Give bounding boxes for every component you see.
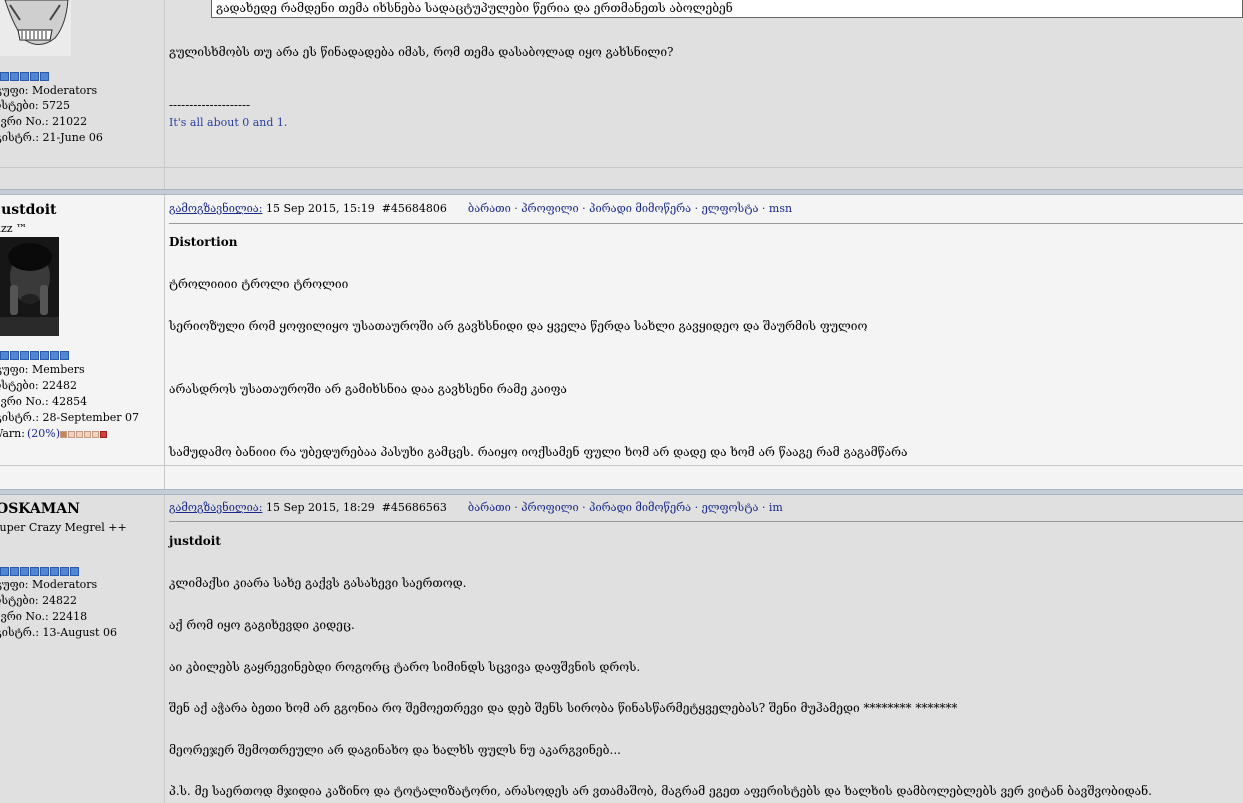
post-1-footer	[0, 167, 1243, 190]
post-body-line: სამუდამო ბანიიი რა უბედურებაა პასუხი გამ…	[169, 445, 908, 459]
post-2: justdoit Jazz ™ ჯგუფი: Members პოსტები: …	[0, 195, 1243, 465]
rank-pip	[50, 351, 59, 360]
post-3: OSKAMAN Super Crazy Megrel ++ ჯგუფი: Mod…	[0, 495, 1243, 803]
post-2-footer	[0, 465, 1243, 490]
user-links[interactable]: ბარათი · პროფილი · პირადი მიმოწერა · ელფ…	[468, 501, 783, 514]
signature-separator: --------------------	[169, 98, 251, 112]
user-posts: პოსტები: 22482	[0, 379, 78, 392]
avatar	[0, 0, 71, 56]
user-member-no: წევრი No.: 22418	[0, 610, 88, 623]
rank-pip	[20, 72, 29, 81]
post-1-user-panel: ჯგუფი: Moderators პოსტები: 5725 წევრი No…	[0, 0, 165, 167]
rank-pips	[0, 72, 49, 81]
post-body-line: გულისხმობს თუ არა ეს წინადადება იმას, რო…	[169, 45, 674, 59]
warn-pip	[84, 431, 91, 438]
rank-pip	[30, 72, 39, 81]
skeleton-avatar-image	[0, 0, 71, 56]
warn-value[interactable]: (20%)	[27, 427, 60, 441]
post-3-user-panel: OSKAMAN Super Crazy Megrel ++ ჯგუფი: Mod…	[0, 495, 165, 803]
signature: It's all about 0 and 1.	[169, 116, 288, 129]
post-body-line: შენ აქ აჭარა ბეთი ხომ არ გგონია რო შემოე…	[169, 701, 958, 715]
post-body-line: სერიოზული რომ ყოფილიყო უსათაუროში არ გავ…	[169, 319, 868, 333]
user-registered: რეგისტრ.: 21-June 06	[0, 131, 103, 144]
warn-pip	[76, 431, 83, 438]
user-posts: პოსტები: 24822	[0, 594, 78, 607]
post-1: ჯგუფი: Moderators პოსტები: 5725 წევრი No…	[0, 0, 1243, 167]
user-member-no: წევრი No.: 21022	[0, 115, 88, 128]
post-header: გამოგზავნილია: 15 Sep 2015, 18:29 #45686…	[169, 501, 783, 515]
quote-author: justdoit	[169, 534, 221, 548]
rank-pip	[0, 567, 9, 576]
rank-pip	[30, 567, 39, 576]
user-registered: რეგისტრ.: 28-September 07	[0, 411, 140, 424]
post-2-user-panel: justdoit Jazz ™ ჯგუფი: Members პოსტები: …	[0, 195, 165, 465]
warn-level-bar	[60, 431, 107, 438]
user-title: Jazz ™	[0, 222, 28, 235]
user-registered: რეგისტრ.: 13-August 06	[0, 626, 117, 639]
post-id[interactable]: #45686563	[382, 501, 447, 514]
warn-increase-icon[interactable]	[100, 431, 107, 438]
user-posts: პოსტები: 5725	[0, 99, 71, 112]
post-body-line: პ.ს. მე საერთოდ მჯიდია კაზინო და ტოტალიზ…	[169, 784, 1152, 798]
user-member-no: წევრი No.: 42854	[0, 395, 88, 408]
warn-label: Warn:	[0, 427, 25, 440]
post-body-line: არასდროს უსათაუროში არ გამიხსნია დაა გავ…	[169, 382, 567, 396]
quote-author: Distortion	[169, 235, 238, 249]
rank-pip	[60, 351, 69, 360]
post-1-content: გადახედე რამდენი თემა იხსნება სადაცტუპულ…	[165, 0, 1243, 167]
header-divider	[169, 223, 1243, 224]
post-body-line: აი კბილებს გაყრევინებდი როგორც ტარო სიმი…	[169, 660, 641, 674]
post-body-line: აქ რომ იყო გაგიხევდი კიდეც.	[169, 618, 355, 632]
warn-pip	[92, 431, 99, 438]
rank-pip	[40, 567, 49, 576]
rank-pip	[10, 72, 19, 81]
user-group: ჯგუფი: Moderators	[0, 578, 98, 591]
post-3-content: გამოგზავნილია: 15 Sep 2015, 18:29 #45686…	[165, 495, 1243, 803]
post-datetime: 15 Sep 2015, 18:29	[265, 501, 375, 514]
warn-pip	[68, 431, 75, 438]
post-1-footer-left	[0, 168, 165, 190]
rank-pip	[60, 567, 69, 576]
rank-pip	[10, 567, 19, 576]
rank-pip	[10, 351, 19, 360]
post-body-line: მეორეჯერ შემოთრეული არ დაგინახო და ხალხს…	[169, 743, 621, 757]
rank-pips	[0, 351, 69, 360]
quote-block: გადახედე რამდენი თემა იხსნება სადაცტუპულ…	[211, 0, 1243, 18]
username[interactable]: justdoit	[0, 203, 57, 217]
avatar	[0, 237, 59, 336]
rank-pip	[20, 351, 29, 360]
warn-pip	[60, 431, 67, 438]
post-2-footer-left	[0, 466, 165, 490]
rank-pip	[70, 567, 79, 576]
username[interactable]: OSKAMAN	[0, 502, 80, 516]
posted-label[interactable]: გამოგზავნილია:	[169, 501, 262, 514]
user-links[interactable]: ბარათი · პროფილი · პირადი მიმოწერა · ელფ…	[468, 202, 792, 215]
rank-pip	[0, 72, 9, 81]
portrait-avatar-image	[0, 237, 59, 336]
user-title: Super Crazy Megrel ++	[0, 521, 127, 534]
post-id[interactable]: #45684806	[382, 202, 447, 215]
rank-pip	[40, 72, 49, 81]
rank-pip	[50, 567, 59, 576]
post-datetime: 15 Sep 2015, 15:19	[265, 202, 375, 215]
rank-pip	[30, 351, 39, 360]
post-body-line: ტროლიიიი ტროლი ტროლიი	[169, 277, 349, 291]
rank-pip	[0, 351, 9, 360]
user-group: ჯგუფი: Moderators	[0, 84, 98, 97]
user-group: ჯგუფი: Members	[0, 363, 85, 376]
post-2-content: გამოგზავნილია: 15 Sep 2015, 15:19 #45684…	[165, 195, 1243, 465]
posted-label[interactable]: გამოგზავნილია:	[169, 202, 262, 215]
post-body-line: კლიმაქსი კიარა სახე გაქვს გასახევი საერთ…	[169, 576, 467, 590]
rank-pips	[0, 567, 79, 576]
rank-pip	[20, 567, 29, 576]
header-divider	[169, 521, 1243, 522]
rank-pip	[40, 351, 49, 360]
post-header: გამოგზავნილია: 15 Sep 2015, 15:19 #45684…	[169, 202, 792, 216]
